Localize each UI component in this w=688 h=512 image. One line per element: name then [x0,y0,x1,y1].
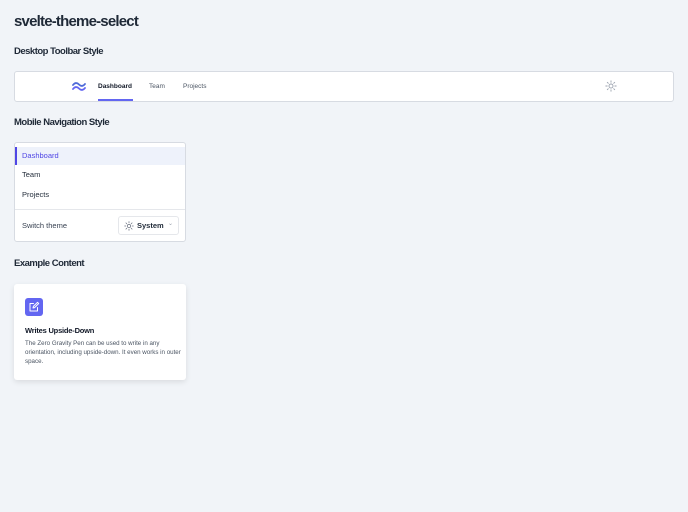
edit-icon [25,298,43,316]
tailwind-wave-icon[interactable] [72,81,86,92]
desktop-toolbar: Dashboard Team Projects [14,71,674,102]
sun-icon [124,221,134,231]
feature-card: Writes Upside-Down The Zero Gravity Pen … [14,284,186,380]
theme-select-value: System [137,221,164,230]
switch-theme-label: Switch theme [22,221,68,230]
section-heading-example: Example Content [14,258,85,269]
section-heading-desktop: Desktop Toolbar Style [14,46,104,57]
divider [15,209,185,210]
toolbar-nav-projects[interactable]: Projects [183,72,206,101]
chevron-down-icon: ⌄ [168,221,174,227]
section-heading-mobile: Mobile Navigation Style [14,117,110,128]
sun-icon[interactable] [605,80,617,92]
page-title: svelte-theme-select [14,13,139,30]
toolbar-nav-team[interactable]: Team [149,72,165,101]
card-description: The Zero Gravity Pen can be used to writ… [25,340,181,365]
theme-select[interactable]: System ⌄ [118,216,179,235]
active-tab-indicator [98,99,133,101]
mobile-navigation: Dashboard Team Projects Switch theme Sys… [14,142,186,242]
card-title: Writes Upside-Down [25,326,95,335]
toolbar-nav-dashboard[interactable]: Dashboard [98,72,132,101]
mobile-nav-dashboard[interactable]: Dashboard [15,147,185,165]
mobile-nav-projects[interactable]: Projects [15,186,185,204]
mobile-nav-team[interactable]: Team [15,166,185,184]
